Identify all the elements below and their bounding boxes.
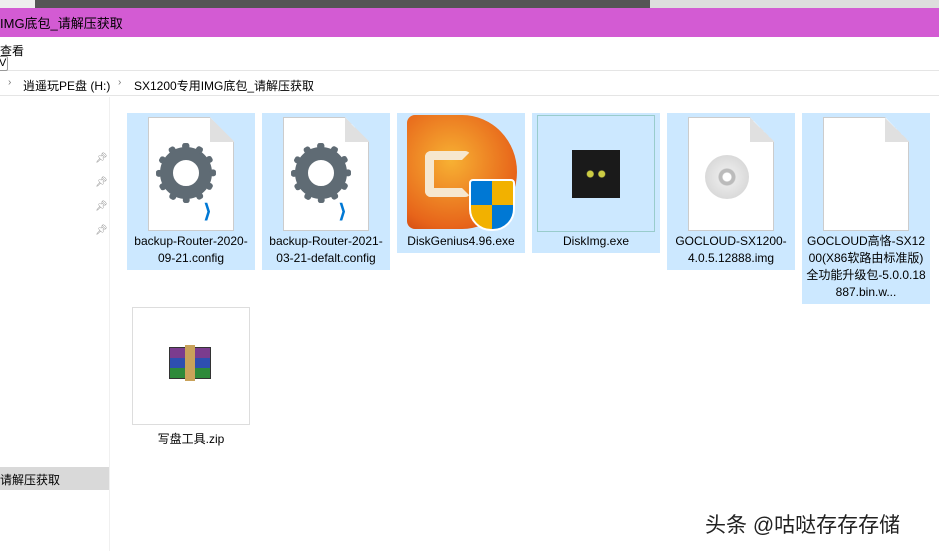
pin-icon[interactable]: 📌︎ <box>95 153 108 164</box>
cat-thumbnail-icon <box>532 113 660 232</box>
background-strip <box>0 0 939 8</box>
title-bar: IMG底包_请解压获取 <box>0 8 939 37</box>
disc-image-icon <box>667 113 795 231</box>
file-item[interactable]: DiskGenius4.96.exe <box>397 113 525 253</box>
file-name: backup-Router-2021-03-21-defalt.config <box>269 234 383 265</box>
breadcrumb-drive[interactable]: 逍遥玩PE盘 (H:) <box>23 77 110 94</box>
winrar-archive-icon <box>127 307 255 425</box>
blank-file-icon <box>802 113 930 231</box>
vscode-config-icon: ⟩ <box>127 113 255 231</box>
chevron-right-icon: › <box>8 77 12 88</box>
pin-icon[interactable]: 📌︎ <box>95 177 108 188</box>
file-item[interactable]: ⟩ backup-Router-2020-09-21.config <box>127 113 255 270</box>
diskgenius-icon <box>397 113 525 231</box>
pin-icon[interactable]: 📌︎ <box>95 201 108 212</box>
file-name: DiskGenius4.96.exe <box>407 234 515 248</box>
file-item[interactable]: GOCLOUD-SX1200-4.0.5.12888.img <box>667 113 795 270</box>
chevron-right-icon: › <box>118 77 122 88</box>
file-item[interactable]: DiskImg.exe <box>532 113 660 253</box>
nav-item-selected[interactable]: 请解压获取 <box>0 467 109 490</box>
ribbon: 查看 V <box>0 37 939 71</box>
pin-icon[interactable]: 📌︎ <box>95 225 108 236</box>
window-title: IMG底包_请解压获取 <box>0 16 123 31</box>
file-name: GOCLOUD-SX1200-4.0.5.12888.img <box>675 234 787 265</box>
file-item[interactable]: GOCLOUD高恪-SX1200(X86软路由标准版)全功能升级包-5.0.0.… <box>802 113 930 304</box>
file-item[interactable]: 写盘工具.zip <box>127 307 255 451</box>
vscode-config-icon: ⟩ <box>262 113 390 231</box>
file-name: backup-Router-2020-09-21.config <box>134 234 248 265</box>
file-name: 写盘工具.zip <box>157 432 225 446</box>
file-item[interactable]: ⟩ backup-Router-2021-03-21-defalt.config <box>262 113 390 270</box>
navigation-pane: 📌︎ 📌︎ 📌︎ 📌︎ 请解压获取 <box>0 97 110 551</box>
file-name: DiskImg.exe <box>562 234 630 248</box>
ribbon-expand-button[interactable]: V <box>0 56 8 71</box>
breadcrumb-folder[interactable]: SX1200专用IMG底包_请解压获取 <box>134 77 314 94</box>
watermark: 头条 @咕哒存存存储 <box>705 514 901 537</box>
file-name: GOCLOUD高恪-SX1200(X86软路由标准版)全功能升级包-5.0.0.… <box>806 234 926 299</box>
address-bar[interactable]: › 逍遥玩PE盘 (H:) › SX1200专用IMG底包_请解压获取 <box>0 72 939 96</box>
